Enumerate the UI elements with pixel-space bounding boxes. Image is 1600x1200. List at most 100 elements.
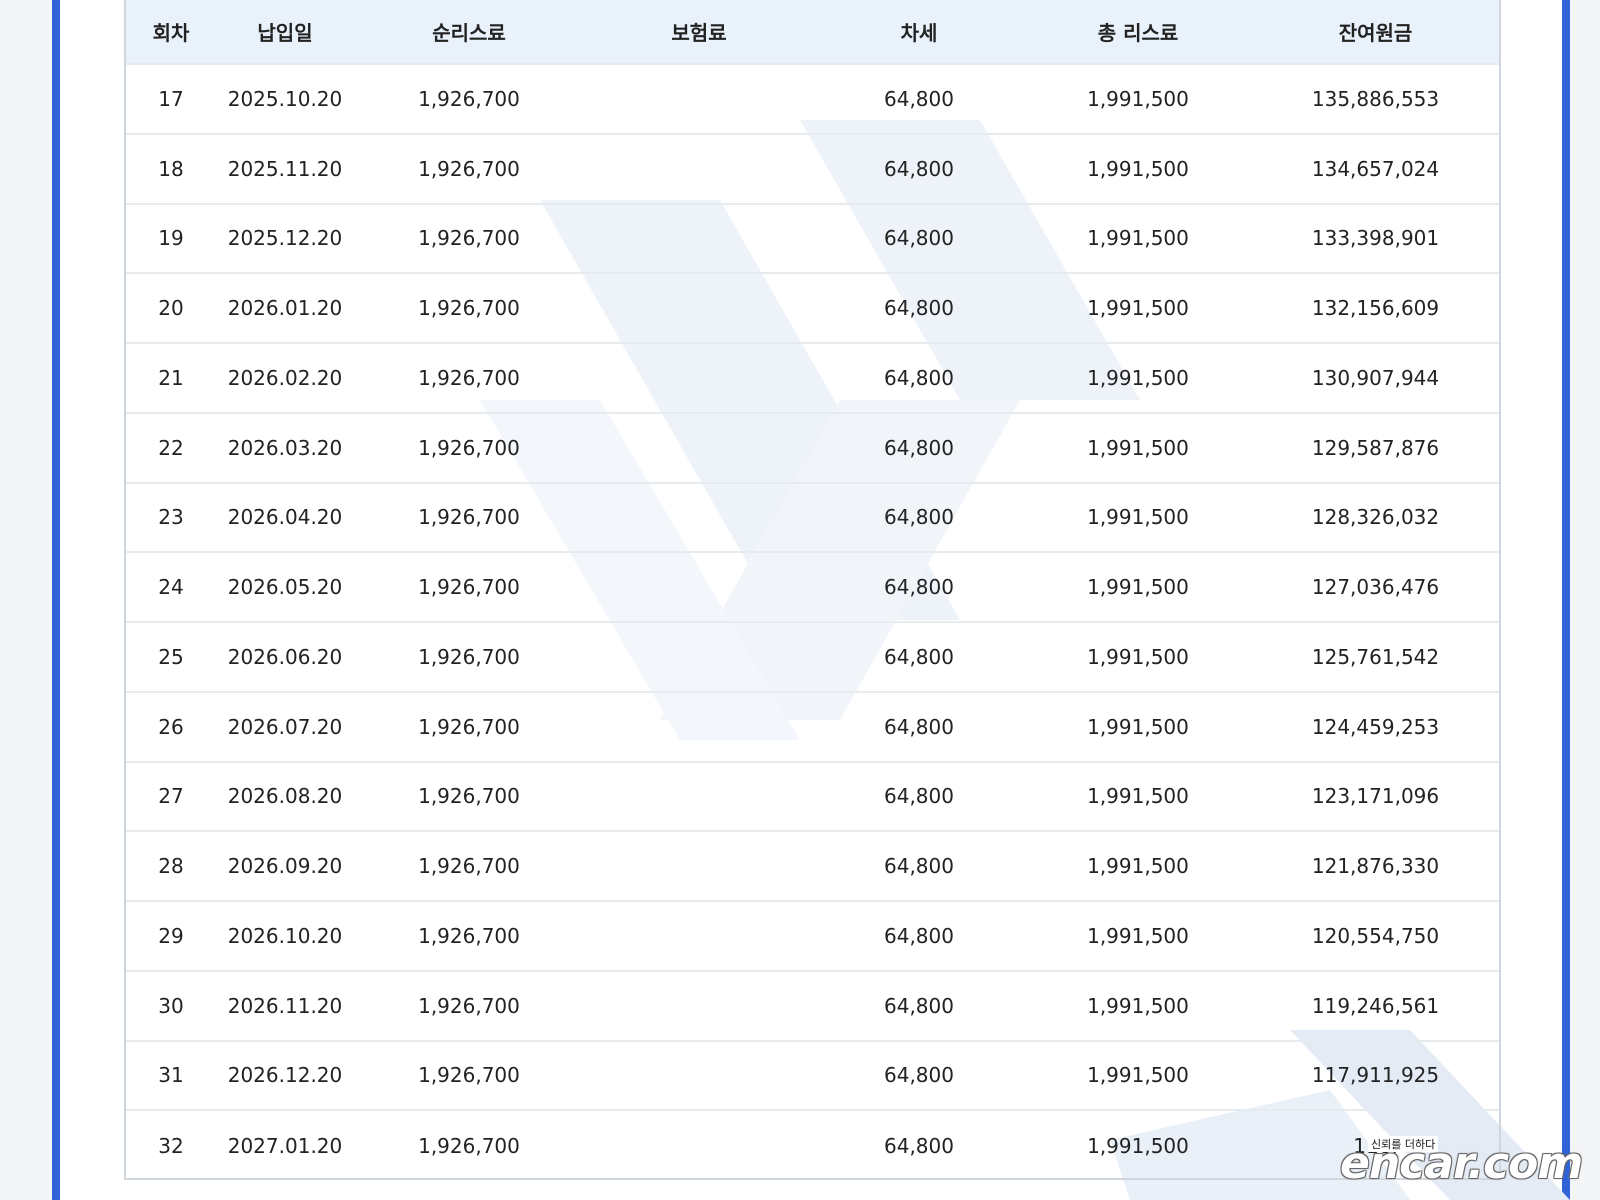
cell-insurance — [584, 64, 814, 134]
cell-total-lease: 1,991,500 — [1087, 784, 1189, 809]
cell-insurance — [584, 273, 814, 343]
cell-total-lease: 1,991,500 — [1087, 156, 1189, 181]
cell-payment-date: 2026.03.20 — [227, 435, 343, 460]
cell-net-lease: 1,926,700 — [418, 435, 520, 460]
cell-remaining-principal: 124,459,253 — [1311, 714, 1440, 739]
cell-remaining-principal: 127,036,476 — [1311, 575, 1440, 600]
cell-net-lease: 1,926,700 — [418, 784, 520, 809]
cell-round: 30 — [158, 993, 184, 1018]
cell-insurance — [584, 343, 814, 413]
col-header-payment-date: 납입일 — [257, 21, 313, 45]
cell-car-tax: 64,800 — [884, 993, 954, 1018]
cell-total-lease: 1,991,500 — [1087, 993, 1189, 1018]
table-header-row: 회차 납입일 순리스료 보험료 차세 총 리스료 잔여원금 — [126, 0, 1499, 64]
cell-total-lease: 1,991,500 — [1087, 435, 1189, 460]
cell-car-tax: 64,800 — [884, 1063, 954, 1088]
cell-payment-date: 2026.05.20 — [227, 575, 343, 600]
cell-remaining-principal: 123,171,096 — [1311, 784, 1440, 809]
cell-insurance — [584, 622, 814, 692]
table-row: 21 2026.02.20 1,926,700 64,800 1,991,500 130,… — [126, 343, 1499, 413]
cell-payment-date: 2025.11.20 — [227, 156, 343, 181]
cell-net-lease: 1,926,700 — [418, 86, 520, 111]
brand-watermark-logo: encar.com — [1340, 1138, 1583, 1189]
cell-net-lease: 1,926,700 — [418, 156, 520, 181]
cell-remaining-principal: 117,911,925 — [1311, 1063, 1440, 1088]
cell-payment-date: 2026.06.20 — [227, 644, 343, 669]
cell-payment-date: 2026.09.20 — [227, 854, 343, 879]
lease-schedule-table: 회차 납입일 순리스료 보험료 차세 총 리스료 잔여원금 17 2025.10.20 1,92… — [126, 0, 1499, 1180]
cell-car-tax: 64,800 — [884, 296, 954, 321]
table-row: 19 2025.12.20 1,926,700 64,800 1,991,500 133,… — [126, 203, 1499, 274]
cell-net-lease: 1,926,700 — [418, 1133, 520, 1158]
table-row: 25 2026.06.20 1,926,700 64,800 1,991,500 125,… — [126, 622, 1499, 692]
cell-payment-date: 2026.08.20 — [227, 784, 343, 809]
table-row: 28 2026.09.20 1,926,700 64,800 1,991,500 121,… — [126, 831, 1499, 901]
cell-car-tax: 64,800 — [884, 644, 954, 669]
cell-total-lease: 1,991,500 — [1087, 296, 1189, 321]
cell-payment-date: 2026.01.20 — [227, 296, 343, 321]
cell-car-tax: 64,800 — [884, 365, 954, 390]
cell-car-tax: 64,800 — [884, 1133, 954, 1158]
cell-round: 19 — [158, 226, 184, 251]
cell-remaining-principal: 128,326,032 — [1311, 505, 1440, 530]
cell-car-tax: 64,800 — [884, 714, 954, 739]
left-frame-border — [52, 0, 60, 1200]
cell-net-lease: 1,926,700 — [418, 923, 520, 948]
cell-round: 26 — [158, 714, 184, 739]
table-row: 23 2026.04.20 1,926,700 64,800 1,991,500 128,… — [126, 482, 1499, 553]
cell-round: 29 — [158, 923, 184, 948]
cell-remaining-principal: 134,657,024 — [1311, 156, 1440, 181]
cell-car-tax: 64,800 — [884, 435, 954, 460]
cell-car-tax: 64,800 — [884, 854, 954, 879]
cell-net-lease: 1,926,700 — [418, 296, 520, 321]
cell-insurance — [584, 762, 814, 832]
col-header-total-lease: 총 리스료 — [1097, 21, 1179, 45]
table-row: 31 2026.12.20 1,926,700 64,800 1,991,500 117,… — [126, 1040, 1499, 1111]
cell-net-lease: 1,926,700 — [418, 505, 520, 530]
cell-payment-date: 2027.01.20 — [227, 1133, 343, 1158]
table-row: 29 2026.10.20 1,926,700 64,800 1,991,500 120,… — [126, 901, 1499, 971]
cell-round: 23 — [158, 505, 184, 530]
cell-remaining-principal: 133,398,901 — [1311, 226, 1440, 251]
cell-insurance — [584, 204, 814, 274]
cell-total-lease: 1,991,500 — [1087, 575, 1189, 600]
lease-schedule-table-container: 회차 납입일 순리스료 보험료 차세 총 리스료 잔여원금 17 2025.10.20 1,92… — [124, 0, 1501, 1180]
col-header-car-tax: 차세 — [900, 21, 938, 45]
table-row: 17 2025.10.20 1,926,700 64,800 1,991,500 135,… — [126, 64, 1499, 134]
cell-insurance — [584, 901, 814, 971]
table-row: 20 2026.01.20 1,926,700 64,800 1,991,500 132,… — [126, 273, 1499, 343]
cell-payment-date: 2026.04.20 — [227, 505, 343, 530]
cell-remaining-principal: 129,587,876 — [1311, 435, 1440, 460]
cell-car-tax: 64,800 — [884, 86, 954, 111]
cell-remaining-principal: 121,876,330 — [1311, 854, 1440, 879]
cell-car-tax: 64,800 — [884, 505, 954, 530]
cell-insurance — [584, 1110, 814, 1180]
cell-remaining-principal: 120,554,750 — [1311, 923, 1440, 948]
cell-insurance — [584, 1041, 814, 1111]
table-row: 24 2026.05.20 1,926,700 64,800 1,991,500 127,… — [126, 552, 1499, 622]
cell-insurance — [584, 971, 814, 1041]
cell-remaining-principal: 125,761,542 — [1311, 644, 1440, 669]
cell-round: 25 — [158, 644, 184, 669]
cell-total-lease: 1,991,500 — [1087, 854, 1189, 879]
cell-payment-date: 2026.07.20 — [227, 714, 343, 739]
cell-net-lease: 1,926,700 — [418, 854, 520, 879]
col-header-insurance: 보험료 — [671, 21, 727, 45]
cell-total-lease: 1,991,500 — [1087, 1063, 1189, 1088]
cell-total-lease: 1,991,500 — [1087, 644, 1189, 669]
cell-total-lease: 1,991,500 — [1087, 226, 1189, 251]
cell-round: 21 — [158, 365, 184, 390]
cell-insurance — [584, 134, 814, 204]
table-row: 322027.01.201,926,70064,8001,991,500116, — [126, 1110, 1499, 1180]
table-row: 22 2026.03.20 1,926,700 64,800 1,991,500 129,… — [126, 412, 1499, 483]
table-row: 30 2026.11.20 1,926,700 64,800 1,991,500 119,… — [126, 970, 1499, 1041]
cell-payment-date: 2026.12.20 — [227, 1063, 343, 1088]
cell-total-lease: 1,991,500 — [1087, 923, 1189, 948]
page: 회차 납입일 순리스료 보험료 차세 총 리스료 잔여원금 17 2025.10.20 1,92… — [0, 0, 1600, 1200]
cell-insurance — [584, 483, 814, 553]
cell-car-tax: 64,800 — [884, 575, 954, 600]
cell-round: 20 — [158, 296, 184, 321]
cell-car-tax: 64,800 — [884, 226, 954, 251]
cell-payment-date: 2025.12.20 — [227, 226, 343, 251]
cell-total-lease: 1,991,500 — [1087, 1133, 1189, 1158]
